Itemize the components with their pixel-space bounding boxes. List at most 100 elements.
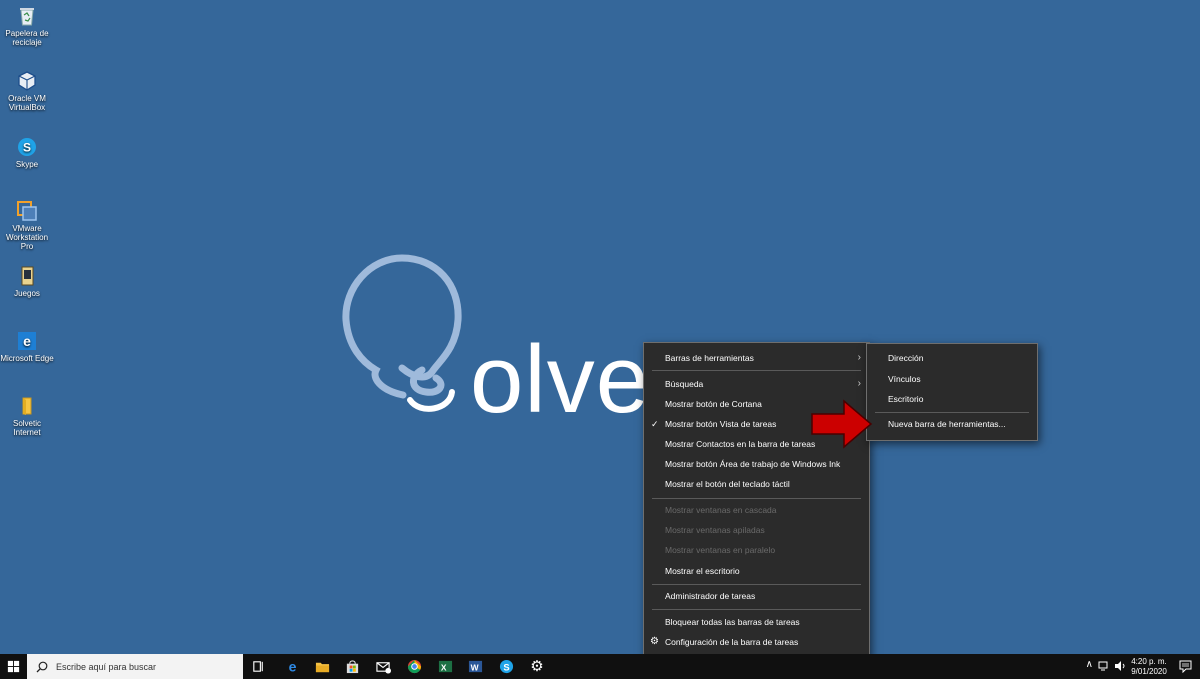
svg-text:W: W xyxy=(470,662,478,672)
taskbar-skype[interactable]: S xyxy=(491,654,521,679)
menu-separator xyxy=(652,498,861,499)
desktop-icon-label: Skype xyxy=(15,160,39,169)
chevron-up-icon[interactable]: ∧ xyxy=(1086,659,1093,670)
svg-text:S: S xyxy=(23,141,31,155)
toolbars-submenu: Dirección Vínculos Escritorio Nueva barr… xyxy=(866,343,1038,441)
svg-text:e: e xyxy=(23,333,31,349)
menu-item-label: Mostrar ventanas en cascada xyxy=(665,505,777,515)
menu-item-toolbars[interactable]: Barras de herramientas › xyxy=(644,349,869,367)
desktop-icon-label: Juegos xyxy=(14,289,40,298)
desktop-icon-vmware[interactable]: VMware Workstation Pro xyxy=(0,200,54,251)
submenu-item-new-toolbar[interactable]: Nueva barra de herramientas... xyxy=(867,415,1037,433)
wallpaper-logo-text: olve xyxy=(470,326,651,433)
settings-icon: ⚙ xyxy=(530,658,544,675)
desktop-icon-label: Solvetic Internet xyxy=(12,419,41,437)
clock[interactable]: 4:20 p. m. 9/01/2020 xyxy=(1127,657,1171,677)
menu-separator xyxy=(652,609,861,610)
menu-item-lock-taskbars[interactable]: Bloquear todas las barras de tareas xyxy=(644,613,869,631)
edge-icon: e xyxy=(288,659,296,674)
desktop-icon-recycle-bin[interactable]: Papelera de reciclaje xyxy=(0,5,54,47)
menu-item-label: Mostrar botón Vista de tareas xyxy=(665,419,777,429)
games-icon xyxy=(21,266,34,286)
menu-item-label: Barras de herramientas xyxy=(665,353,754,363)
submenu-item-address[interactable]: Dirección xyxy=(867,349,1037,367)
menu-item-label: Mostrar botón de Cortana xyxy=(665,399,762,409)
menu-separator xyxy=(652,584,861,585)
menu-item-label: Mostrar el botón del teclado táctil xyxy=(665,479,790,489)
desktop-icon-edge[interactable]: e Microsoft Edge xyxy=(0,330,54,363)
word-icon: W xyxy=(468,660,482,672)
menu-item-label: Mostrar Contactos en la barra de tareas xyxy=(665,439,816,449)
submenu-item-desktop[interactable]: Escritorio xyxy=(867,390,1037,408)
menu-item-label: Bloquear todas las barras de tareas xyxy=(665,617,800,627)
chevron-right-icon: › xyxy=(857,352,861,363)
excel-icon: X xyxy=(438,660,452,672)
skype-icon: S xyxy=(18,138,36,156)
taskbar-settings[interactable]: ⚙ xyxy=(522,654,552,679)
desktop-icon-games[interactable]: Juegos xyxy=(0,265,54,298)
network-icon[interactable] xyxy=(1098,660,1111,672)
desktop-icon-label: VMware Workstation Pro xyxy=(5,224,49,251)
menu-item-windows-ink[interactable]: Mostrar botón Área de trabajo de Windows… xyxy=(644,455,869,473)
menu-item-label: Mostrar ventanas en paralelo xyxy=(665,545,776,555)
store-icon xyxy=(346,660,358,674)
menu-item-side-by-side: Mostrar ventanas en paralelo xyxy=(644,541,869,559)
volume-icon[interactable] xyxy=(1114,660,1126,672)
recycle-bin-icon xyxy=(20,8,34,26)
taskbar-chrome[interactable] xyxy=(399,654,429,679)
menu-separator xyxy=(652,370,861,371)
task-view-icon xyxy=(252,661,263,672)
file-explorer-icon xyxy=(315,662,329,673)
taskbar-file-explorer[interactable] xyxy=(307,654,337,679)
menu-item-search[interactable]: Búsqueda › xyxy=(644,375,869,393)
menu-item-taskbar-settings[interactable]: ⚙ Configuración de la barra de tareas xyxy=(644,633,869,651)
taskbar-edge[interactable]: e xyxy=(277,654,307,679)
folder-icon xyxy=(22,397,32,415)
menu-item-task-manager[interactable]: Administrador de tareas xyxy=(644,587,869,605)
skype-icon: S xyxy=(499,659,513,674)
edge-icon: e xyxy=(18,332,36,350)
windows-logo-icon xyxy=(7,660,20,673)
menu-item-label: Vínculos xyxy=(888,374,921,384)
menu-item-show-desktop[interactable]: Mostrar el escritorio xyxy=(644,562,869,580)
taskbar-context-menu: Barras de herramientas › Búsqueda › Most… xyxy=(643,342,870,659)
taskbar-search-box[interactable]: Escribe aquí para buscar xyxy=(27,654,243,679)
menu-item-label: Administrador de tareas xyxy=(665,591,756,601)
taskbar-store[interactable] xyxy=(337,654,367,679)
menu-item-touch-keyboard[interactable]: Mostrar el botón del teclado táctil xyxy=(644,475,869,493)
svg-text:X: X xyxy=(440,662,446,672)
desktop-icon-label: Papelera de reciclaje xyxy=(5,29,49,47)
svg-text:e: e xyxy=(288,659,296,674)
start-button[interactable] xyxy=(0,654,27,679)
menu-item-label: Nueva barra de herramientas... xyxy=(888,419,1006,429)
menu-item-label: Dirección xyxy=(888,353,924,363)
taskbar-mail[interactable] xyxy=(368,654,398,679)
menu-item-label: Mostrar el escritorio xyxy=(665,566,740,576)
desktop: Papelera de reciclaje Oracle VM VirtualB… xyxy=(0,0,1200,654)
taskbar-word[interactable]: W xyxy=(460,654,490,679)
red-pointer-arrow-icon xyxy=(811,399,873,449)
taskbar: Escribe aquí para buscar e X W S ⚙ ∧ 4:2… xyxy=(0,654,1200,679)
taskbar-excel[interactable]: X xyxy=(430,654,460,679)
checkmark-icon: ✓ xyxy=(651,419,659,429)
submenu-item-links[interactable]: Vínculos xyxy=(867,370,1037,388)
desktop-icon-skype[interactable]: S Skype xyxy=(0,136,54,169)
mail-icon xyxy=(375,662,391,674)
menu-item-label: Configuración de la barra de tareas xyxy=(665,637,799,647)
clock-time: 4:20 p. m. xyxy=(1131,657,1167,666)
notifications-icon[interactable] xyxy=(1179,660,1192,673)
gear-icon: ⚙ xyxy=(650,636,659,647)
taskbar-task-view[interactable] xyxy=(243,654,273,679)
virtualbox-icon xyxy=(18,71,36,91)
wallpaper-logo xyxy=(342,254,462,412)
menu-item-label: Mostrar ventanas apiladas xyxy=(665,525,765,535)
desktop-icon-virtualbox[interactable]: Oracle VM VirtualBox xyxy=(0,70,54,112)
search-placeholder: Escribe aquí para buscar xyxy=(56,661,157,672)
chrome-icon xyxy=(407,659,421,674)
desktop-icon-solvetic-internet[interactable]: Solvetic Internet xyxy=(0,395,54,437)
menu-item-stacked: Mostrar ventanas apiladas xyxy=(644,521,869,539)
menu-item-label: Mostrar botón Área de trabajo de Windows… xyxy=(665,459,841,469)
desktop-icon-label: Oracle VM VirtualBox xyxy=(8,94,46,112)
svg-text:S: S xyxy=(503,662,509,672)
desktop-icon-label: Microsoft Edge xyxy=(0,354,54,363)
